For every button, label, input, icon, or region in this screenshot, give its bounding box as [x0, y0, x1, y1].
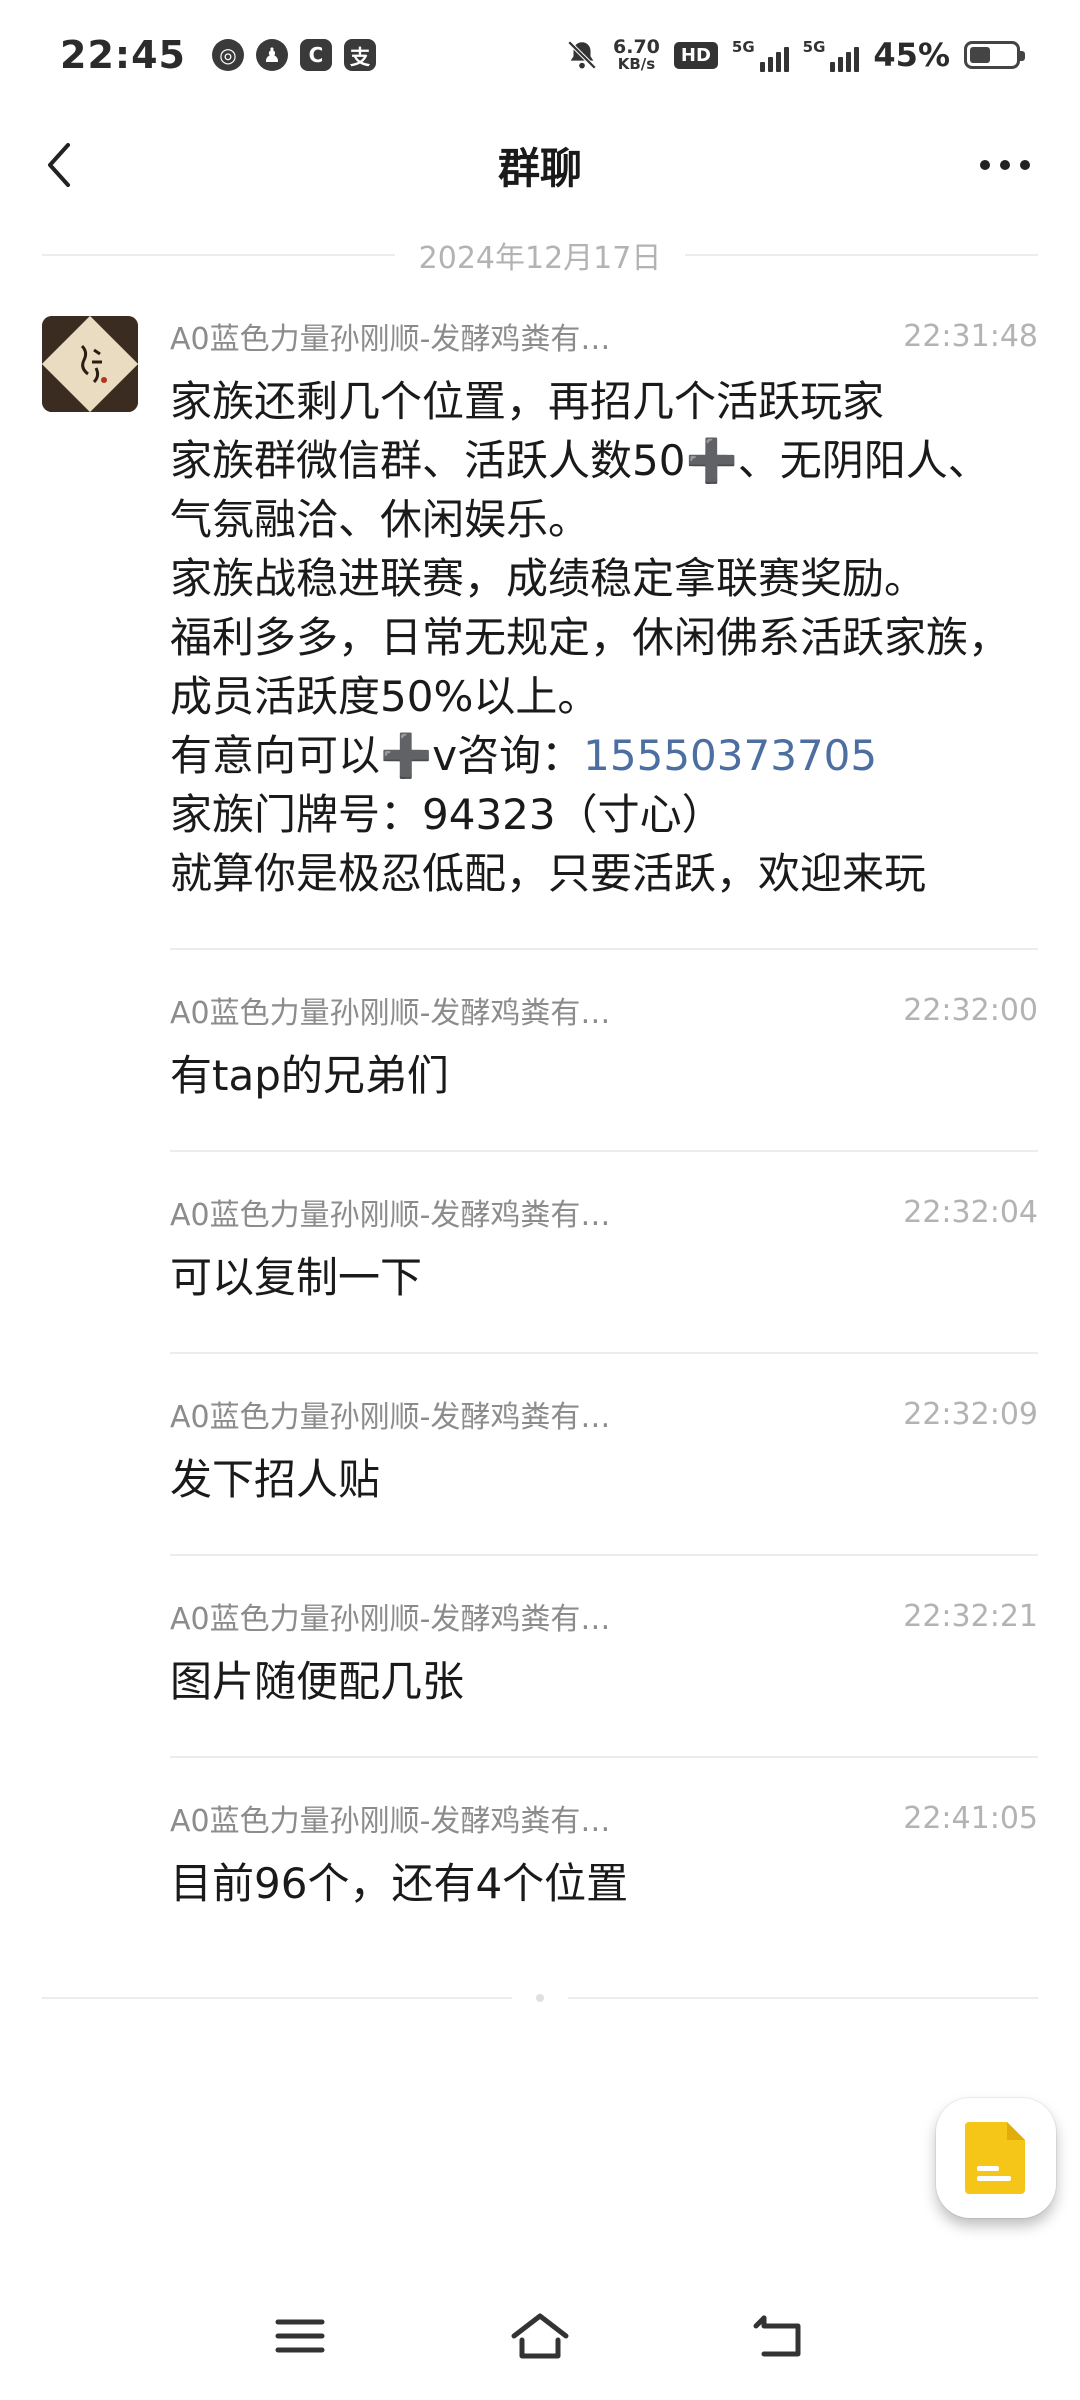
chevron-left-icon[interactable]	[30, 135, 90, 195]
end-divider	[42, 1988, 1038, 2008]
status-app-icons: ◎ ♟ C 支	[211, 39, 376, 71]
home-icon[interactable]	[510, 2308, 570, 2364]
system-navigation-bar	[0, 2290, 1080, 2380]
message-sender: A0蓝色力量孙刚顺-发酵鸡粪有…	[170, 996, 611, 1031]
message-item[interactable]: A0蓝色力量孙刚顺-发酵鸡粪有… 22:32:04 可以复制一下	[170, 1192, 1038, 1307]
message-item[interactable]: A0蓝色力量孙刚顺-发酵鸡粪有… 22:41:05 目前96个，还有4个位置	[170, 1798, 1038, 1913]
message-item[interactable]: A0蓝色力量孙刚顺-发酵鸡粪有… 22:31:48 家族还剩几个位置，再招几个活…	[170, 316, 1038, 903]
date-label: 2024年12月17日	[418, 241, 662, 276]
signal-icon-1: 5G	[732, 38, 789, 72]
message-time: 22:32:21	[903, 1598, 1038, 1634]
message-time: 22:32:09	[903, 1396, 1038, 1432]
hd-voice-icon: HD	[673, 41, 718, 69]
message-sender: A0蓝色力量孙刚顺-发酵鸡粪有…	[170, 1198, 611, 1233]
message-sender: A0蓝色力量孙刚顺-发酵鸡粪有…	[170, 1602, 611, 1637]
date-divider: 2024年12月17日	[42, 230, 1039, 280]
message-separator	[170, 948, 1038, 950]
message-separator	[170, 1150, 1038, 1152]
app-notification-icon: ◎	[211, 39, 244, 71]
message-item[interactable]: A0蓝色力量孙刚顺-发酵鸡粪有… 22:32:09 发下招人贴	[170, 1394, 1038, 1509]
message-text[interactable]: 目前96个，还有4个位置	[170, 1854, 1038, 1913]
message-text[interactable]: 有tap的兄弟们	[170, 1046, 1038, 1105]
message-time: 22:41:05	[903, 1800, 1038, 1836]
nav-bar: 群聊	[0, 110, 1080, 220]
message-sender: A0蓝色力量孙刚顺-发酵鸡粪有…	[170, 322, 611, 357]
menu-icon[interactable]	[270, 2308, 330, 2364]
alipay-icon: 支	[343, 39, 376, 71]
message-item[interactable]: A0蓝色力量孙刚顺-发酵鸡粪有… 22:32:21 图片随便配几张	[170, 1596, 1038, 1711]
floating-document-button[interactable]	[936, 2098, 1056, 2218]
avatar-calligraphy-image	[42, 316, 138, 412]
phone-link[interactable]: 15550373705	[583, 731, 877, 780]
message-time: 22:31:48	[903, 318, 1038, 354]
avatar[interactable]	[42, 316, 138, 412]
message-item[interactable]: A0蓝色力量孙刚顺-发酵鸡粪有… 22:32:00 有tap的兄弟们	[170, 990, 1038, 1105]
battery-icon	[964, 41, 1025, 69]
browser-icon: C	[299, 39, 332, 71]
message-separator	[170, 1352, 1038, 1354]
message-time: 22:32:00	[903, 992, 1038, 1028]
status-time: 22:45	[60, 33, 186, 77]
message-sender: A0蓝色力量孙刚顺-发酵鸡粪有…	[170, 1804, 611, 1839]
page-title: 群聊	[497, 143, 582, 193]
message-text[interactable]: 家族还剩几个位置，再招几个活跃玩家 家族群微信群、活跃人数50➕、无阴阳人、 气…	[170, 372, 1038, 903]
battery-percent: 45%	[873, 36, 950, 74]
message-sender: A0蓝色力量孙刚顺-发酵鸡粪有…	[170, 1400, 611, 1435]
document-icon	[965, 2122, 1025, 2194]
message-text[interactable]: 图片随便配几张	[170, 1652, 1038, 1711]
message-separator	[170, 1756, 1038, 1758]
back-gesture-icon[interactable]	[750, 2308, 810, 2364]
qq-icon: ♟	[255, 39, 288, 71]
status-bar: 22:45 ◎ ♟ C 支 6.70 KB/s HD 5G 5G 45%	[0, 0, 1080, 110]
message-separator	[170, 1554, 1038, 1556]
message-text[interactable]: 发下招人贴	[170, 1450, 1038, 1509]
message-text[interactable]: 可以复制一下	[170, 1248, 1038, 1307]
mute-bell-icon	[567, 40, 597, 70]
message-time: 22:32:04	[903, 1194, 1038, 1230]
signal-icon-2: 5G	[803, 38, 860, 72]
network-speed: 6.70 KB/s	[613, 36, 660, 73]
more-dots-icon[interactable]	[970, 138, 1040, 192]
